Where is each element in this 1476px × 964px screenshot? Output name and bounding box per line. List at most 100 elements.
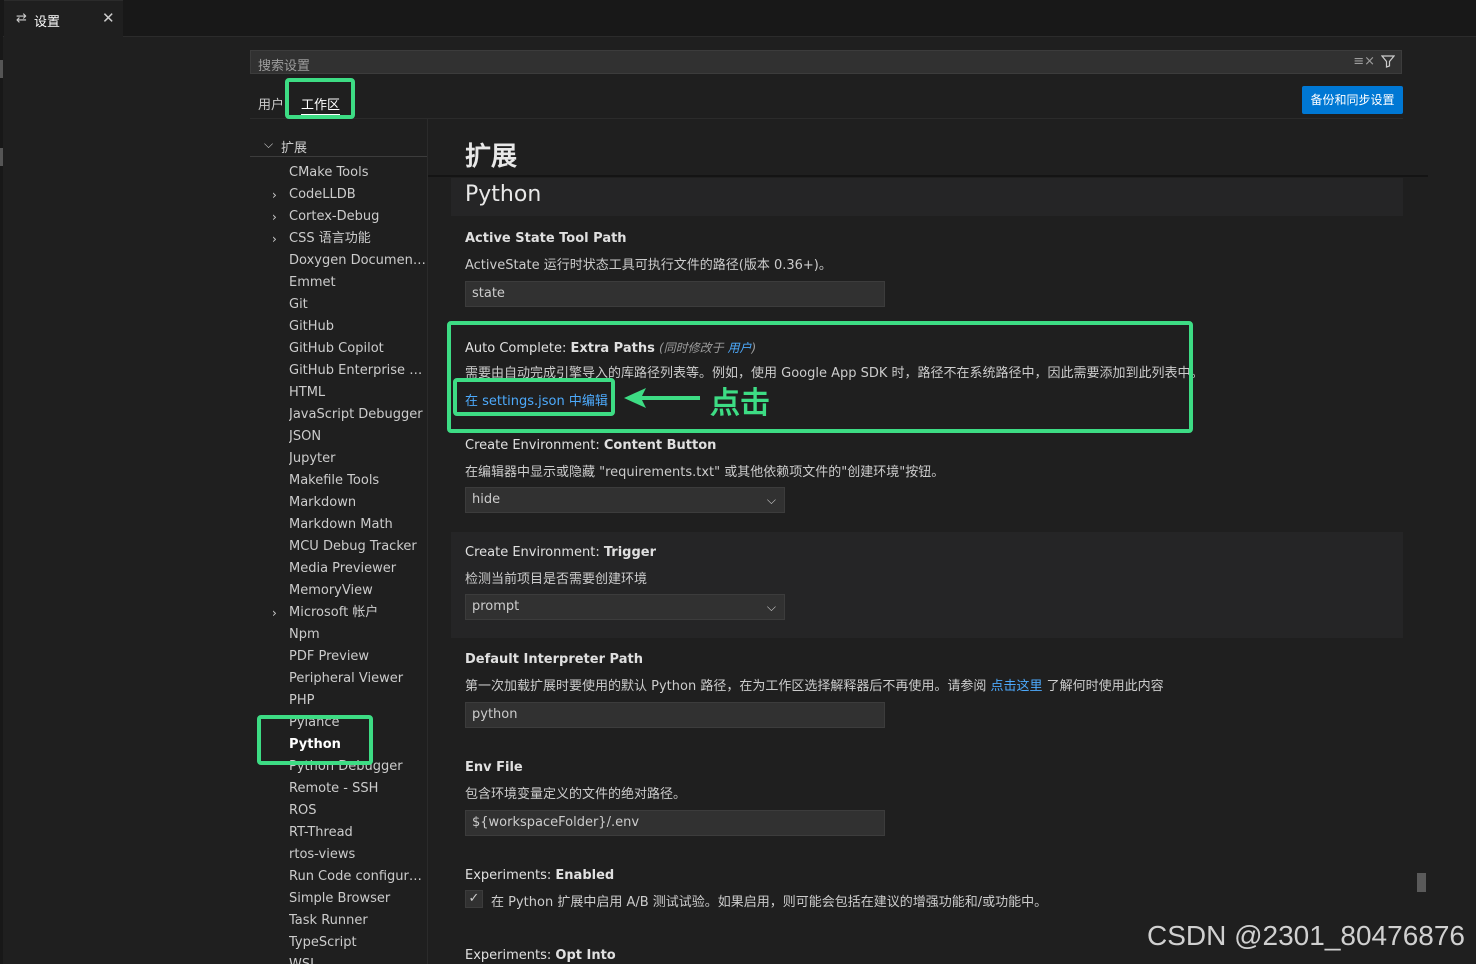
tab-user-scope[interactable]: 用户 xyxy=(258,94,284,113)
toc-item-label: Markdown xyxy=(289,495,357,510)
select-value: hide xyxy=(472,492,501,507)
tab-settings[interactable]: ⇄ 设置 ✕ xyxy=(4,0,123,37)
default-interpreter-input[interactable]: python xyxy=(465,702,885,728)
setting-title-prefix: Experiments: xyxy=(465,948,556,963)
select-value: prompt xyxy=(472,599,520,614)
trigger-select[interactable]: prompt ⌵ xyxy=(465,594,785,620)
scrollbar-thumb[interactable] xyxy=(1417,873,1426,892)
toc-item[interactable]: GitHub Copilot xyxy=(250,338,427,360)
click-here-link[interactable]: 点击这里 xyxy=(990,679,1042,694)
setting-title-name: Default Interpreter Path xyxy=(465,652,643,667)
backup-sync-button[interactable]: 备份和同步设置 xyxy=(1302,86,1403,114)
highlight-python-item xyxy=(257,715,373,765)
setting-title: Create Environment: Content Button xyxy=(465,438,716,453)
toc-item-label: Microsoft 帐户 xyxy=(289,605,379,620)
setting-title-name: Enabled xyxy=(555,868,615,883)
experiments-enabled-checkbox[interactable]: ✓ xyxy=(465,890,483,908)
toc-item[interactable]: rtos-views xyxy=(250,844,427,866)
toc-item[interactable]: › Cortex-Debug xyxy=(250,206,427,228)
active-state-path-input[interactable]: state xyxy=(465,281,885,307)
chevron-right-icon[interactable]: › xyxy=(272,228,277,250)
toc-item[interactable]: Media Previewer xyxy=(250,558,427,580)
chevron-right-icon[interactable]: › xyxy=(272,602,277,624)
toc-item[interactable]: Simple Browser xyxy=(250,888,427,910)
toc-item[interactable]: MCU Debug Tracker xyxy=(250,536,427,558)
toc-item-label: JSON xyxy=(289,429,322,444)
clear-filter-icon[interactable]: ≡× xyxy=(1353,54,1375,69)
toc-header[interactable]: 扩展 xyxy=(281,137,307,156)
toc-item[interactable]: Markdown xyxy=(250,492,427,514)
watermark: CSDN @2301_80476876 xyxy=(1147,920,1465,951)
content-button-select[interactable]: hide ⌵ xyxy=(465,487,785,513)
toc-item[interactable]: WSL xyxy=(250,954,427,964)
toc-item[interactable]: Jupyter xyxy=(250,448,427,470)
toc-item[interactable]: TypeScript xyxy=(250,932,427,954)
activity-marker xyxy=(0,60,3,78)
chevron-down-icon[interactable]: ⌵ xyxy=(264,137,273,152)
toc-item[interactable]: Task Runner xyxy=(250,910,427,932)
toc-item[interactable]: HTML xyxy=(250,382,427,404)
setting-title-name: Opt Into xyxy=(555,948,616,963)
toc-item-label: Jupyter xyxy=(289,451,336,466)
toc-item-label: Run Code configuration xyxy=(289,869,427,884)
setting-title: Create Environment: Trigger xyxy=(465,545,656,560)
chevron-right-icon[interactable]: › xyxy=(272,206,277,228)
close-icon[interactable]: ✕ xyxy=(102,9,115,27)
toc-divider xyxy=(250,156,427,157)
toc-item[interactable]: Npm xyxy=(250,624,427,646)
toc-item[interactable]: Remote - SSH xyxy=(250,778,427,800)
highlight-edit-link xyxy=(453,378,615,416)
highlight-extra-paths-setting xyxy=(447,321,1193,433)
chevron-down-icon: ⌵ xyxy=(766,493,776,507)
toc-item[interactable]: Git xyxy=(250,294,427,316)
toc-item[interactable]: RT-Thread xyxy=(250,822,427,844)
toc-item[interactable]: Markdown Math xyxy=(250,514,427,536)
toc-item[interactable]: › CodeLLDB xyxy=(250,184,427,206)
toc-item-label: CMake Tools xyxy=(289,165,369,180)
toc-item-label: Media Previewer xyxy=(289,561,397,576)
toc-item[interactable]: Makefile Tools xyxy=(250,470,427,492)
toc-item[interactable]: ROS xyxy=(250,800,427,822)
toc-item[interactable]: MemoryView xyxy=(250,580,427,602)
toc-item-label: Makefile Tools xyxy=(289,473,380,488)
toc-item-label: GitHub Copilot xyxy=(289,341,384,356)
toc-item[interactable]: PDF Preview xyxy=(250,646,427,668)
toc-item[interactable]: Peripheral Viewer xyxy=(250,668,427,690)
env-file-input[interactable]: ${workspaceFolder}/.env xyxy=(465,810,885,836)
toc-item-label: Cortex-Debug xyxy=(289,209,380,224)
toc-item[interactable]: JavaScript Debugger xyxy=(250,404,427,426)
toc-item-label: Emmet xyxy=(289,275,336,290)
toc-item[interactable]: GitHub xyxy=(250,316,427,338)
toc-item[interactable]: Emmet xyxy=(250,272,427,294)
toc-item[interactable]: › CSS 语言功能 xyxy=(250,228,427,250)
setting-description: ActiveState 运行时状态工具可执行文件的路径(版本 0.36+)。 xyxy=(465,258,832,273)
toc-item[interactable]: Run Code configuration xyxy=(250,866,427,888)
toc-border xyxy=(427,119,428,964)
toc-list: CMake Tools › CodeLLDB › Cortex-Debug › CSS 语言… xyxy=(250,162,427,964)
filter-icon[interactable] xyxy=(1380,54,1396,72)
setting-title-prefix: Create Environment: xyxy=(465,545,604,560)
toc-item-label: TypeScript xyxy=(289,935,357,950)
toc-item-label: Task Runner xyxy=(289,913,368,928)
toc-item-label: HTML xyxy=(289,385,326,400)
toc-item-label: MCU Debug Tracker xyxy=(289,539,417,554)
toc-item-label: JavaScript Debugger xyxy=(289,407,423,422)
toc-item-label: Git xyxy=(289,297,308,312)
toc-item[interactable]: CMake Tools xyxy=(250,162,427,184)
toc-item[interactable]: JSON xyxy=(250,426,427,448)
toc-item-label: GitHub xyxy=(289,319,335,334)
settings-icon: ⇄ xyxy=(16,11,27,26)
search-input[interactable]: 搜索设置 ≡× xyxy=(250,50,1402,74)
setting-title-prefix: Experiments: xyxy=(465,868,556,883)
toc-item[interactable]: GitHub Enterprise Ser... xyxy=(250,360,427,382)
chevron-down-icon: ⌵ xyxy=(766,600,776,614)
toc-item[interactable]: PHP xyxy=(250,690,427,712)
highlight-workspace-tab xyxy=(285,78,355,119)
setting-description: 第一次加载扩展时要使用的默认 Python 路径，在为工作区选择解释器后不再使用… xyxy=(465,675,1164,694)
toc-item-label: PHP xyxy=(289,693,315,708)
chevron-right-icon[interactable]: › xyxy=(272,184,277,206)
toc-item[interactable]: Doxygen Documentati... xyxy=(250,250,427,272)
toc-item[interactable]: › Microsoft 帐户 xyxy=(250,602,427,624)
arrow-left-icon xyxy=(624,388,700,408)
group-title: Python xyxy=(465,182,542,207)
